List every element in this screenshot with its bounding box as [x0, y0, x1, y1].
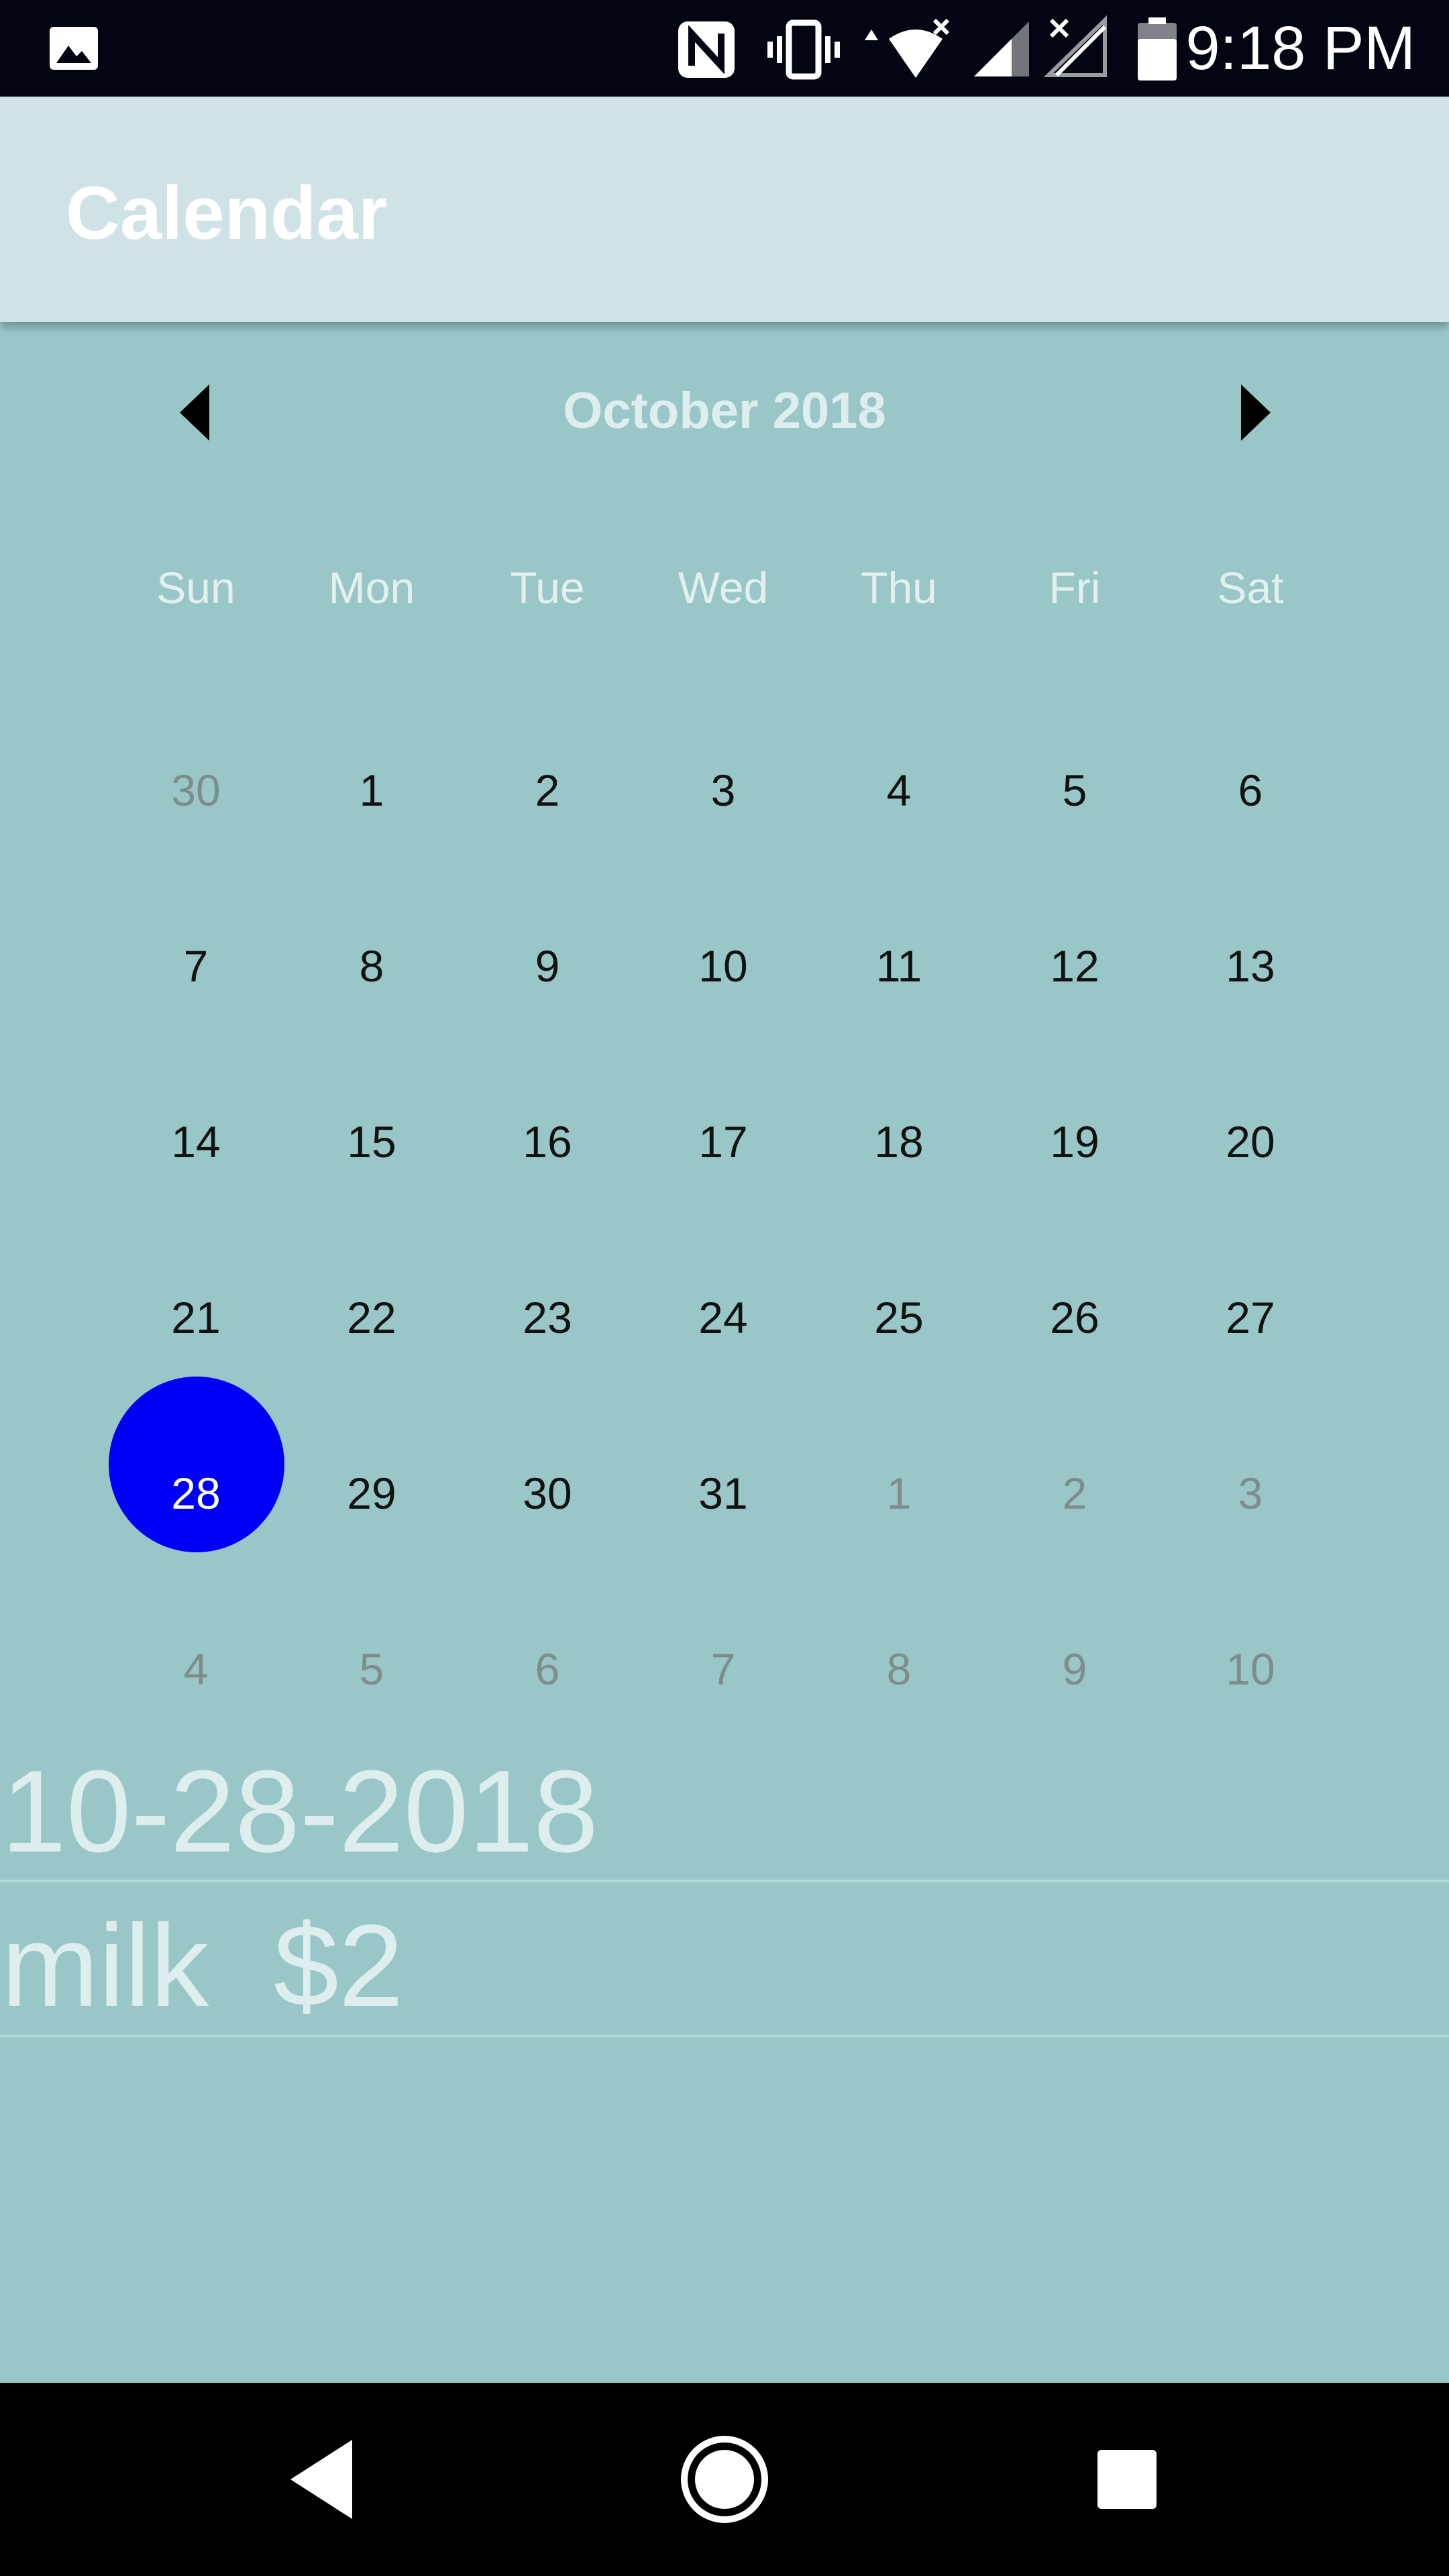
- day-cell[interactable]: 7: [108, 939, 284, 993]
- day-cell[interactable]: 6: [1163, 763, 1338, 817]
- day-cell[interactable]: 23: [460, 1291, 635, 1344]
- chevron-right-icon: [1241, 384, 1271, 441]
- day-cell[interactable]: 2: [460, 763, 635, 817]
- weekday-label: Sun: [156, 563, 235, 612]
- day-cell[interactable]: 27: [1163, 1291, 1338, 1344]
- app-bar: Calendar: [0, 97, 1449, 322]
- day-cell[interactable]: 24: [635, 1291, 811, 1344]
- day-cell[interactable]: 14: [108, 1115, 284, 1169]
- day-cell[interactable]: 3: [1163, 1466, 1338, 1520]
- day-cell[interactable]: 16: [460, 1115, 635, 1169]
- day-cell[interactable]: 5: [987, 763, 1163, 817]
- day-cell[interactable]: 30: [460, 1466, 635, 1520]
- next-month-button[interactable]: [1222, 379, 1289, 446]
- day-cell[interactable]: 4: [811, 763, 987, 817]
- weekday-label: Sat: [1217, 563, 1284, 612]
- day-cell[interactable]: 29: [284, 1466, 460, 1520]
- battery-icon: [1134, 16, 1181, 87]
- month-header: October 2018: [0, 322, 1449, 498]
- app-title: Calendar: [66, 171, 388, 255]
- day-cell[interactable]: 12: [987, 939, 1163, 993]
- day-cell[interactable]: 22: [284, 1291, 460, 1344]
- image-icon: [47, 21, 101, 78]
- day-cell[interactable]: 8: [284, 939, 460, 993]
- day-cell-selected[interactable]: 28: [108, 1466, 284, 1520]
- day-cell[interactable]: 5: [284, 1642, 460, 1696]
- day-cell[interactable]: 8: [811, 1642, 987, 1696]
- day-cell[interactable]: 15: [284, 1115, 460, 1169]
- day-cell[interactable]: 1: [811, 1466, 987, 1520]
- weekday-label: Thu: [861, 563, 937, 612]
- day-cell[interactable]: 2: [987, 1466, 1163, 1520]
- status-time: 9:18 PM: [1185, 14, 1415, 83]
- no-signal-icon: [1043, 15, 1110, 83]
- day-cell[interactable]: 9: [460, 939, 635, 993]
- weekday-row: Sun Mon Tue Wed Thu Fri Sat: [0, 550, 1449, 625]
- day-cell[interactable]: 7: [635, 1642, 811, 1696]
- back-button[interactable]: [268, 2426, 376, 2533]
- day-cell[interactable]: 19: [987, 1115, 1163, 1169]
- weekday-label: Fri: [1049, 563, 1101, 612]
- selected-date-label: 10-28-2018: [1, 1746, 599, 1876]
- day-cell[interactable]: 11: [811, 939, 987, 993]
- home-button[interactable]: [671, 2426, 778, 2533]
- day-cell[interactable]: 9: [987, 1642, 1163, 1696]
- vibrate-icon: [765, 17, 843, 85]
- day-cell[interactable]: 26: [987, 1291, 1163, 1344]
- back-icon: [290, 2440, 352, 2519]
- day-cell[interactable]: 3: [635, 763, 811, 817]
- signal-icon: [971, 19, 1032, 83]
- nfc-icon: [674, 17, 739, 85]
- navigation-bar: [0, 2383, 1449, 2576]
- day-cell[interactable]: 10: [635, 939, 811, 993]
- day-cell[interactable]: 17: [635, 1115, 811, 1169]
- wifi-icon: [862, 16, 956, 87]
- list-item[interactable]: milk $2: [1, 1898, 403, 2033]
- day-cell[interactable]: 6: [460, 1642, 635, 1696]
- day-cell[interactable]: 13: [1163, 939, 1338, 993]
- status-bar: 9:18 PM: [0, 0, 1449, 97]
- weekday-label: Mon: [328, 563, 415, 612]
- day-cell[interactable]: 31: [635, 1466, 811, 1520]
- day-cell[interactable]: 1: [284, 763, 460, 817]
- day-cell[interactable]: 20: [1163, 1115, 1338, 1169]
- recents-button[interactable]: [1073, 2426, 1181, 2533]
- calendar-grid: 30 1 2 3 4 5 6 7 8 9 10 11 12 13 14 15 16 17 18 19 20 21 22 23 2…: [0, 704, 1449, 1751]
- day-cell[interactable]: 30: [108, 763, 284, 817]
- weekday-label: Tue: [510, 563, 585, 612]
- home-icon: [681, 2436, 768, 2523]
- day-cell[interactable]: 25: [811, 1291, 987, 1344]
- divider: [0, 2035, 1449, 2037]
- weekday-label: Wed: [678, 563, 769, 612]
- day-cell[interactable]: 21: [108, 1291, 284, 1344]
- day-cell[interactable]: 18: [811, 1115, 987, 1169]
- recents-icon: [1097, 2450, 1157, 2509]
- day-cell[interactable]: 10: [1163, 1642, 1338, 1696]
- divider: [0, 1880, 1449, 1882]
- day-cell[interactable]: 4: [108, 1642, 284, 1696]
